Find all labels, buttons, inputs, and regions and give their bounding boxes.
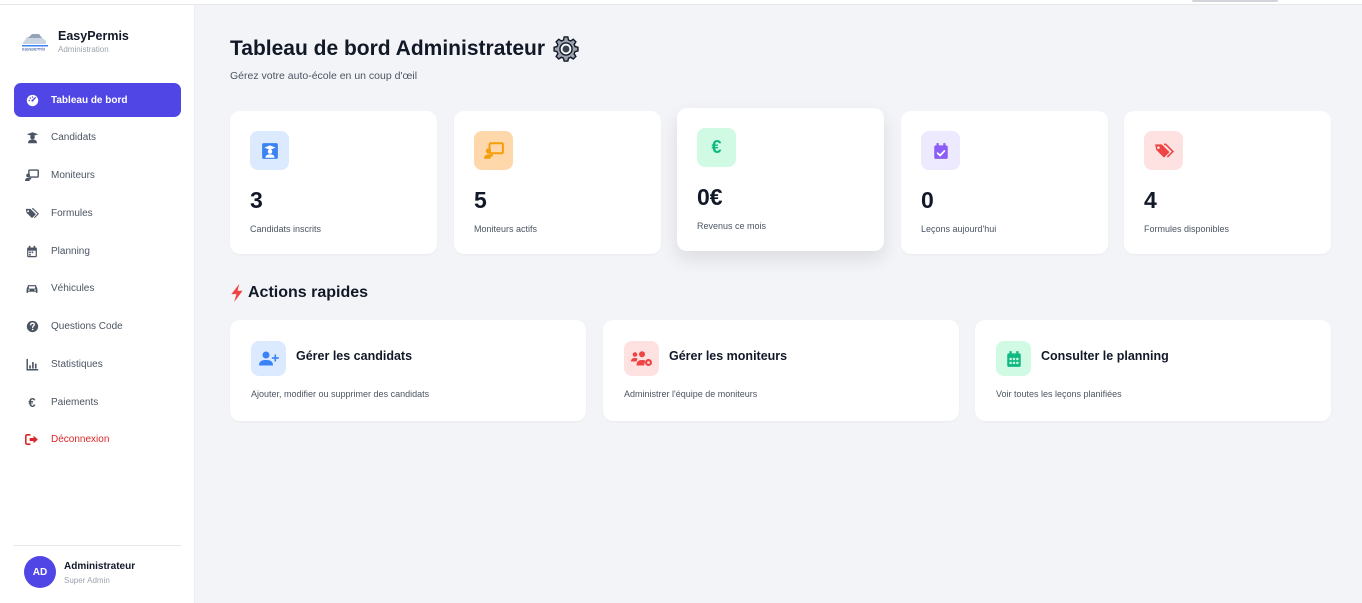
- stat-value: 4: [1144, 187, 1157, 213]
- top-tab-stub: [1192, 0, 1278, 2]
- sidebar-item-label: Formules: [51, 207, 93, 219]
- svg-text:easypermis: easypermis: [22, 47, 45, 52]
- action-title: Consulter le planning: [1041, 349, 1169, 363]
- stat-card-candidats: 3 Candidats inscrits: [230, 111, 437, 254]
- logout-icon: [25, 433, 39, 447]
- avatar: AD: [24, 556, 56, 588]
- tags-icon: [25, 206, 39, 220]
- sidebar-item-dashboard[interactable]: Tableau de bord: [14, 83, 181, 117]
- sidebar-item-label: Déconnexion: [51, 434, 110, 446]
- sidebar-divider: [14, 545, 181, 546]
- sidebar-item-label: Candidats: [51, 132, 97, 144]
- stat-card-revenus: € 0€ Revenus ce mois: [677, 108, 884, 251]
- sidebar-item-statistiques[interactable]: Statistiques: [14, 347, 181, 381]
- sidebar-item-paiements[interactable]: € Paiements: [14, 385, 181, 419]
- sidebar-item-moniteurs[interactable]: Moniteurs: [14, 159, 181, 193]
- chalkboard-teacher-icon: [474, 131, 513, 170]
- action-description: Voir toutes les leçons planifiées: [996, 389, 1122, 399]
- action-description: Administrer l'équipe de moniteurs: [624, 389, 758, 399]
- window-top-bar: [0, 0, 1362, 5]
- sidebar-item-label: Tableau de bord: [51, 94, 128, 106]
- euro-icon: €: [697, 128, 736, 167]
- user-profile[interactable]: AD Administrateur Super Admin: [24, 556, 135, 588]
- gear-icon: [553, 36, 579, 62]
- stat-value: 0: [921, 187, 934, 213]
- stat-label: Leçons aujourd'hui: [921, 224, 997, 234]
- user-name: Administrateur: [64, 561, 136, 572]
- calendar-icon: [25, 244, 39, 258]
- stat-card-lecons: 0 Leçons aujourd'hui: [901, 111, 1108, 254]
- sidebar-nav: Tableau de bord Candidats Moniteurs Form…: [14, 83, 181, 461]
- stat-card-formules: 4 Formules disponibles: [1124, 111, 1331, 254]
- stat-value: 5: [474, 187, 487, 213]
- stat-value: 3: [250, 187, 263, 213]
- question-circle-icon: [25, 320, 39, 334]
- page-subtitle: Gérez votre auto-école en un coup d'œil: [230, 70, 418, 82]
- action-title: Gérer les candidats: [296, 349, 413, 363]
- brand-subtitle: Administration: [58, 45, 109, 54]
- sidebar-item-planning[interactable]: Planning: [14, 234, 181, 268]
- car-icon: [25, 282, 39, 296]
- sidebar-item-vehicules[interactable]: Véhicules: [14, 272, 181, 306]
- action-card-planning[interactable]: Consulter le planning Voir toutes les le…: [975, 320, 1331, 421]
- sidebar-item-label: Questions Code: [51, 321, 123, 332]
- sidebar-item-deconnexion[interactable]: Déconnexion: [14, 423, 181, 457]
- stat-card-moniteurs: 5 Moniteurs actifs: [454, 111, 661, 254]
- stat-label: Revenus ce mois: [697, 221, 767, 231]
- sidebar-item-formules[interactable]: Formules: [14, 196, 181, 230]
- sidebar-item-label: Statistiques: [51, 358, 103, 370]
- calendar-grid-icon: [996, 341, 1031, 376]
- graduate-icon: [250, 131, 289, 170]
- euro-icon: €: [28, 394, 36, 410]
- sidebar-item-label: Planning: [51, 245, 90, 257]
- sidebar-item-candidats[interactable]: Candidats: [14, 121, 181, 155]
- user-role: Super Admin: [64, 576, 110, 585]
- brand-logo: easypermis: [20, 29, 50, 52]
- action-title: Gérer les moniteurs: [669, 349, 788, 363]
- sidebar-item-label: Véhicules: [51, 283, 95, 295]
- sidebar-item-label: Paiements: [51, 396, 99, 408]
- page-title-text: Tableau de bord Administrateur: [230, 37, 546, 60]
- calendar-check-icon: [921, 131, 960, 170]
- quick-actions-title: Actions rapides: [230, 284, 368, 302]
- stat-label: Candidats inscrits: [250, 224, 322, 234]
- stat-label: Moniteurs actifs: [474, 224, 538, 234]
- sidebar: easypermis EasyPermis Administration Tab…: [0, 5, 195, 603]
- chart-icon: [25, 357, 39, 371]
- action-description: Ajouter, modifier ou supprimer des candi…: [251, 389, 430, 399]
- graduate-icon: [25, 131, 39, 145]
- action-card-moniteurs[interactable]: Gérer les moniteurs Administrer l'équipe…: [603, 320, 959, 421]
- brand-name: EasyPermis: [58, 29, 129, 43]
- stat-value: 0€: [697, 184, 723, 210]
- sidebar-item-questions-code[interactable]: Questions Code: [14, 310, 181, 344]
- users-cog-icon: [624, 341, 659, 376]
- bolt-icon: [230, 284, 244, 302]
- quick-actions-title-text: Actions rapides: [248, 284, 369, 301]
- user-plus-icon: [251, 341, 286, 376]
- sidebar-item-label: Moniteurs: [51, 170, 95, 181]
- stat-label: Formules disponibles: [1144, 224, 1230, 234]
- tags-icon: [1144, 131, 1183, 170]
- dashboard-gauge-icon: [25, 93, 39, 107]
- action-card-candidats[interactable]: Gérer les candidats Ajouter, modifier ou…: [230, 320, 586, 421]
- brand[interactable]: easypermis EasyPermis Administration: [20, 29, 129, 54]
- chalkboard-teacher-icon: [25, 169, 39, 183]
- page-title: Tableau de bord Administrateur: [230, 36, 579, 62]
